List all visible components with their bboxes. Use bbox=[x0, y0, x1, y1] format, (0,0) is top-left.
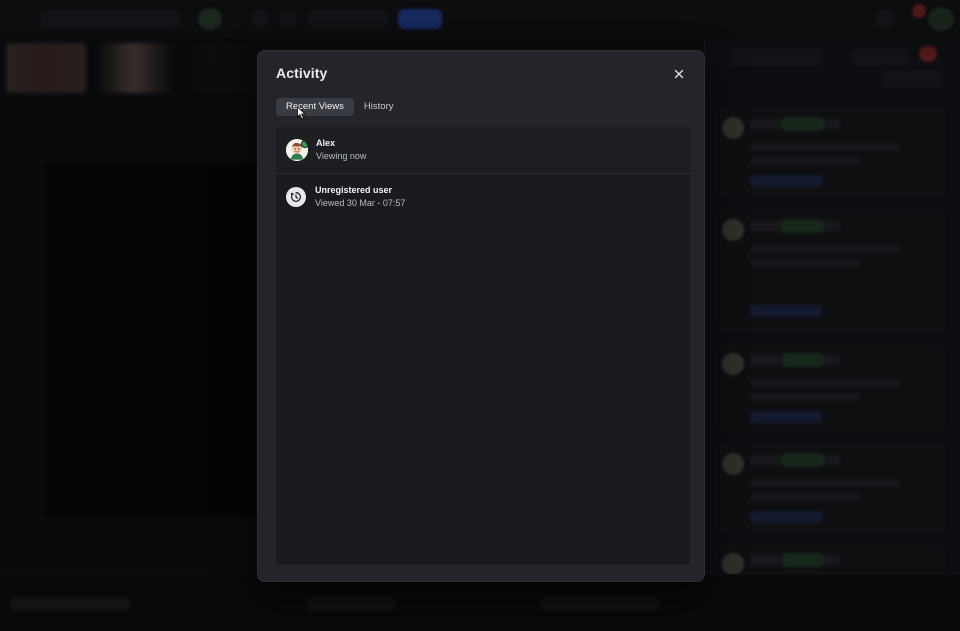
close-button[interactable] bbox=[666, 61, 692, 87]
viewer-status: Viewed 30 Mar - 07:57 bbox=[315, 198, 406, 208]
avatar bbox=[286, 139, 308, 161]
recent-views-list: Alex Viewing now Unregistered user Viewe… bbox=[276, 127, 690, 565]
row-text: Unregistered user Viewed 30 Mar - 07:57 bbox=[315, 185, 405, 209]
activity-tabs: Recent Views History bbox=[276, 98, 403, 116]
history-avatar bbox=[286, 187, 306, 207]
tab-history[interactable]: History bbox=[354, 98, 404, 116]
online-status-dot bbox=[301, 140, 308, 148]
close-icon bbox=[674, 69, 684, 79]
list-item[interactable]: Alex Viewing now bbox=[276, 127, 690, 174]
tab-recent-views[interactable]: Recent Views bbox=[276, 98, 354, 116]
row-text: Alex Viewing now bbox=[316, 138, 366, 162]
modal-title: Activity bbox=[276, 65, 328, 81]
viewer-name: Unregistered user bbox=[315, 185, 393, 195]
viewer-status: Viewing now bbox=[316, 151, 367, 161]
list-item[interactable]: Unregistered user Viewed 30 Mar - 07:57 bbox=[276, 174, 690, 220]
activity-modal: Activity Recent Views History Alex Viewi… bbox=[257, 50, 705, 582]
history-clock-icon bbox=[290, 192, 301, 202]
viewer-name: Alex bbox=[316, 138, 336, 148]
